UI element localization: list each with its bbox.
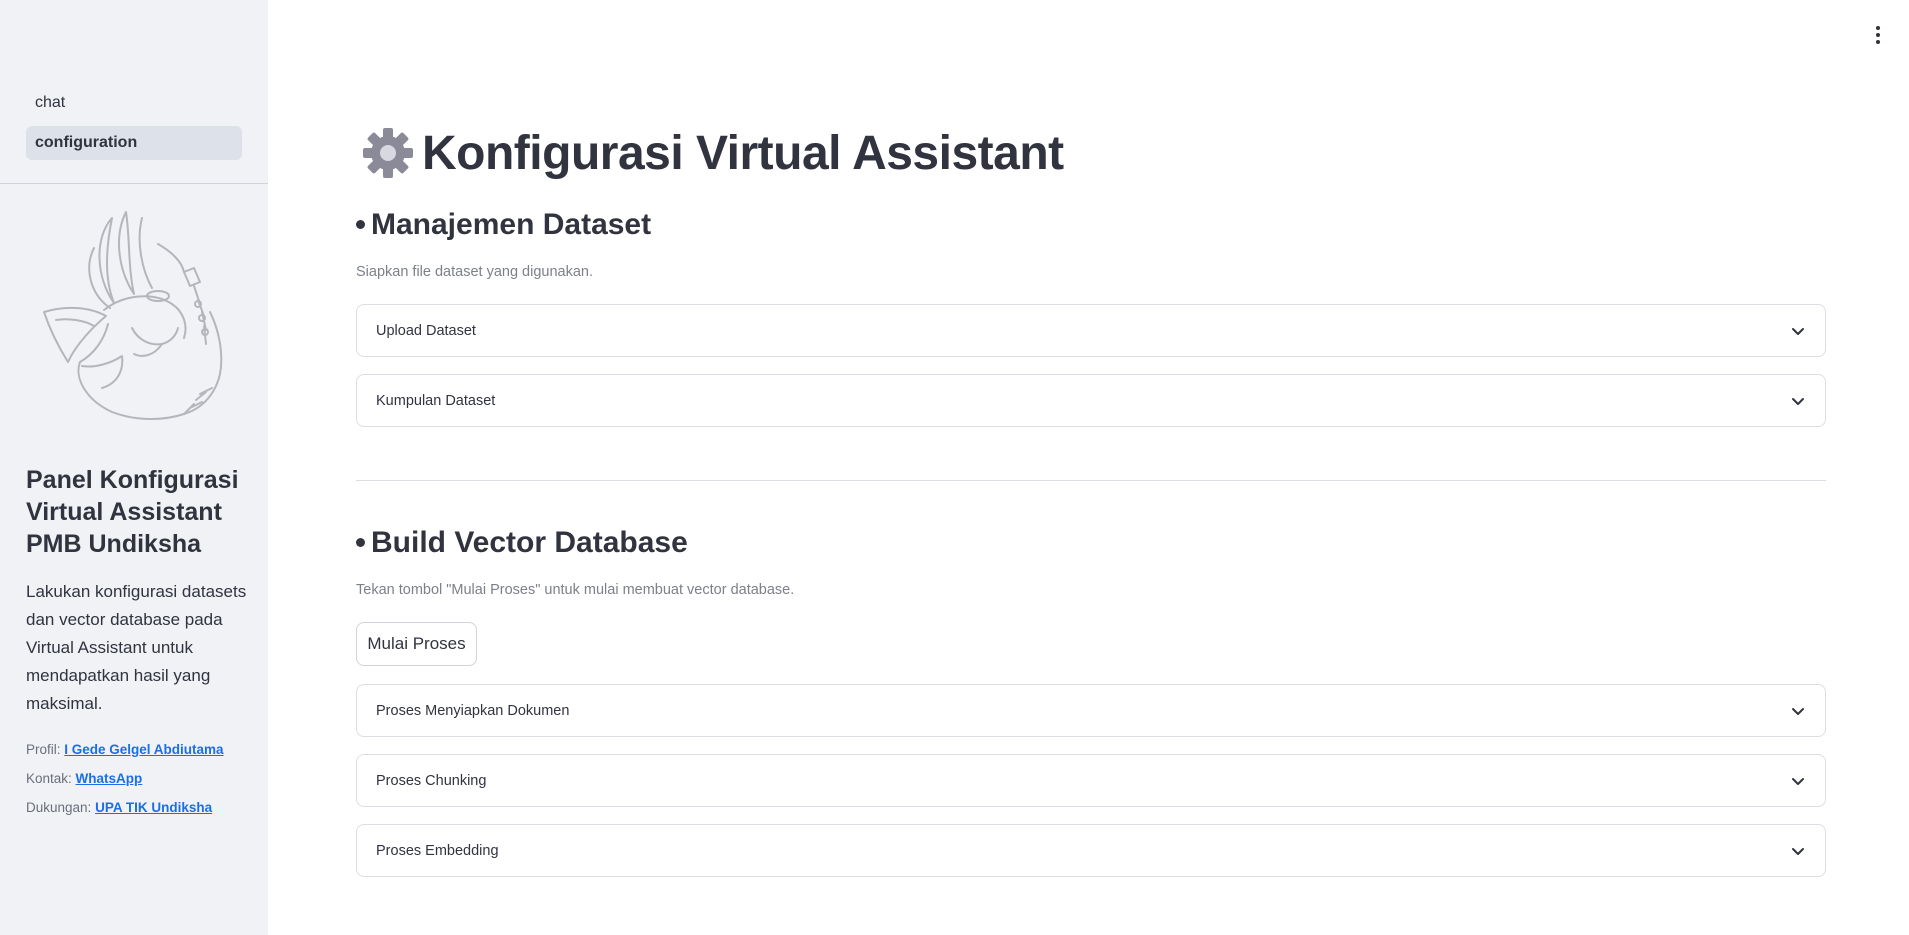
expander-label: Proses Embedding [376, 842, 499, 859]
bullet-icon [356, 537, 365, 547]
gear-icon [363, 128, 413, 178]
sidebar-title: Panel Konfigurasi Virtual Assistant PMB … [26, 466, 239, 558]
expander-embedding[interactable]: Proses Embedding [356, 824, 1826, 877]
chevron-down-icon [1792, 327, 1804, 335]
chevron-down-icon [1792, 707, 1804, 715]
chevron-down-icon [1792, 777, 1804, 785]
kebab-menu-icon[interactable] [1868, 24, 1888, 46]
ganesha-logo [43, 211, 223, 420]
section-heading-dataset: Manajemen Dataset [356, 208, 651, 242]
sidebar: chat configuration Panel Konfigurasi Vir… [0, 0, 268, 935]
sidebar-divider [0, 183, 268, 184]
chevron-down-icon [1792, 847, 1804, 855]
expander-label: Upload Dataset [376, 322, 476, 339]
profile-label: Profil: [26, 742, 61, 757]
section-divider [356, 480, 1826, 481]
expander-upload-dataset[interactable]: Upload Dataset [356, 304, 1826, 357]
contact-row: Kontak: WhatsApp [26, 769, 261, 798]
expander-label: Proses Chunking [376, 772, 487, 789]
contact-label: Kontak: [26, 771, 72, 786]
support-link[interactable]: UPA TIK Undiksha [95, 800, 212, 815]
section-caption-vector-db: Tekan tombol "Mulai Proses" untuk mulai … [356, 582, 795, 598]
sidebar-nav: chat configuration [26, 86, 242, 166]
expander-menyiapkan-dokumen[interactable]: Proses Menyiapkan Dokumen [356, 684, 1826, 737]
nav-item-configuration[interactable]: configuration [26, 126, 242, 160]
profile-link[interactable]: I Gede Gelgel Abdiutama [64, 742, 223, 757]
support-row: Dukungan: UPA TIK Undiksha [26, 798, 261, 827]
expander-kumpulan-dataset[interactable]: Kumpulan Dataset [356, 374, 1826, 427]
sidebar-links: Profil: I Gede Gelgel Abdiutama Kontak: … [26, 740, 261, 827]
whatsapp-link[interactable]: WhatsApp [76, 771, 143, 786]
support-label: Dukungan: [26, 800, 92, 815]
nav-item-chat[interactable]: chat [26, 86, 242, 120]
mulai-proses-button[interactable]: Mulai Proses [356, 622, 477, 666]
section-heading-vector-db: Build Vector Database [356, 526, 688, 560]
expander-label: Kumpulan Dataset [376, 392, 496, 409]
sidebar-description: Lakukan konfigurasi datasets dan vector … [26, 582, 247, 713]
expander-label: Proses Menyiapkan Dokumen [376, 702, 570, 719]
chevron-down-icon [1792, 397, 1804, 405]
page-title-text: Konfigurasi Virtual Assistant [422, 126, 1064, 180]
expander-chunking[interactable]: Proses Chunking [356, 754, 1826, 807]
page-title: Konfigurasi Virtual Assistant [362, 118, 1064, 188]
bullet-icon [356, 219, 365, 229]
section-heading-vector-db-text: Build Vector Database [371, 526, 688, 559]
section-heading-dataset-text: Manajemen Dataset [371, 208, 652, 241]
section-caption-dataset: Siapkan file dataset yang digunakan. [356, 264, 594, 280]
profile-row: Profil: I Gede Gelgel Abdiutama [26, 740, 261, 769]
